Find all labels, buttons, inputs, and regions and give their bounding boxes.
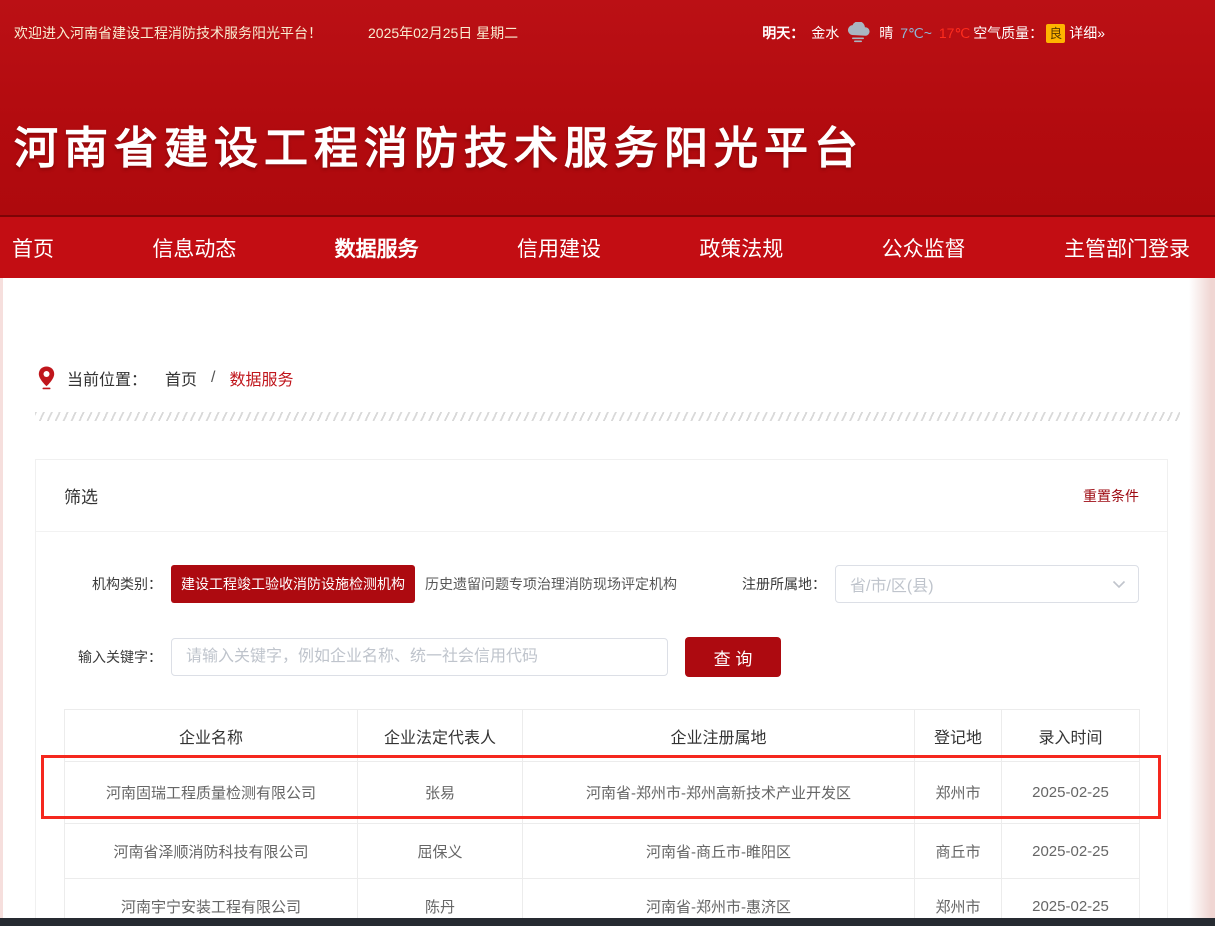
chevron-down-icon [1112,580,1126,589]
bottom-dark-bar [0,918,1215,926]
weather-district: 金水 [811,23,839,43]
breadcrumb: 当前位置： 首页 / 数据服务 [38,366,1215,390]
nav-item-home[interactable]: 首页 [12,233,54,263]
main-content: 当前位置： 首页 / 数据服务 筛选 重置条件 机构类别： 建设工程竣工验收消防… [0,366,1215,926]
divider-slashes [35,412,1180,421]
category-label: 机构类别： [64,574,162,594]
category-option-selected[interactable]: 建设工程竣工验收消防设施检测机构 [171,565,415,603]
breadcrumb-separator: / [211,369,215,387]
main-nav: 首页 信息动态 数据服务 信用建设 政策法规 公众监督 主管部门登录 [0,215,1215,278]
date-text: 2025年02月25日 星期二 [368,23,518,43]
cell-legal_rep: 张易 [358,762,523,824]
filter-panel-header: 筛选 重置条件 [36,460,1167,532]
breadcrumb-home[interactable]: 首页 [165,366,197,390]
nav-item-policy[interactable]: 政策法规 [699,233,783,263]
reset-filters-link[interactable]: 重置条件 [1083,486,1139,506]
cell-name: 河南省泽顺消防科技有限公司 [65,824,358,879]
cell-reg_place: 商丘市 [915,824,1002,879]
category-option-other[interactable]: 历史遗留问题专项治理消防现场评定机构 [425,574,677,594]
keyword-input[interactable] [171,638,668,676]
cell-entry_date: 2025-02-25 [1002,824,1140,879]
region-label: 注册所属地： [742,574,826,594]
column-header: 录入时间 [1002,710,1140,762]
column-header: 登记地 [915,710,1002,762]
nav-item-news[interactable]: 信息动态 [152,233,236,263]
region-select-placeholder: 省/市/区(县) [850,572,934,596]
region-filter-group: 注册所属地： 省/市/区(县) [742,565,1139,603]
table-row[interactable]: 河南固瑞工程质量检测有限公司张易河南省-郑州市-郑州高新技术产业开发区郑州市20… [65,762,1140,824]
filter-panel: 筛选 重置条件 机构类别： 建设工程竣工验收消防设施检测机构 历史遗留问题专项治… [35,459,1168,926]
topbar: 欢迎进入河南省建设工程消防技术服务阳光平台！ 2025年02月25日 星期二 明… [0,0,1215,44]
results-table-wrap: 企业名称企业法定代表人企业注册属地登记地录入时间 河南固瑞工程质量检测有限公司张… [64,709,1139,926]
nav-item-data-service[interactable]: 数据服务 [335,233,419,263]
region-select[interactable]: 省/市/区(县) [835,565,1139,603]
breadcrumb-label: 当前位置： [67,366,147,390]
nav-item-credit[interactable]: 信用建设 [517,233,601,263]
aqi-label: 空气质量： [973,23,1043,43]
breadcrumb-current[interactable]: 数据服务 [229,366,293,390]
cell-legal_rep: 屈保义 [358,824,523,879]
column-header: 企业注册属地 [523,710,915,762]
table-row[interactable]: 河南省泽顺消防科技有限公司屈保义河南省-商丘市-睢阳区商丘市2025-02-25 [65,824,1140,879]
temp-high: 17℃ [939,25,970,42]
nav-item-dept-login[interactable]: 主管部门登录 [1064,233,1190,263]
cell-name: 河南固瑞工程质量检测有限公司 [65,762,358,824]
table-body: 河南固瑞工程质量检测有限公司张易河南省-郑州市-郑州高新技术产业开发区郑州市20… [65,762,1140,926]
table-header-row: 企业名称企业法定代表人企业注册属地登记地录入时间 [65,710,1140,762]
weather-detail-link[interactable]: 详细» [1069,23,1105,43]
cell-region: 河南省-商丘市-睢阳区 [523,824,915,879]
weather-tomorrow-label: 明天： [762,23,804,43]
keyword-label: 输入关键字： [64,647,162,667]
search-button[interactable]: 查 询 [685,637,781,677]
column-header: 企业法定代表人 [358,710,523,762]
welcome-text: 欢迎进入河南省建设工程消防技术服务阳光平台！ [14,23,322,43]
filter-row-keyword: 输入关键字： 查 询 [64,637,1139,677]
filter-title: 筛选 [64,483,98,508]
column-header: 企业名称 [65,710,358,762]
filter-row-category: 机构类别： 建设工程竣工验收消防设施检测机构 历史遗留问题专项治理消防现场评定机… [64,565,1139,603]
site-header: 欢迎进入河南省建设工程消防技术服务阳光平台！ 2025年02月25日 星期二 明… [0,0,1215,215]
aqi-badge: 良 [1046,24,1065,43]
cell-region: 河南省-郑州市-郑州高新技术产业开发区 [523,762,915,824]
map-pin-icon [38,366,55,390]
left-edge-strip [0,278,3,918]
page-title: 河南省建设工程消防技术服务阳光平台 [14,112,864,176]
right-edge-gradient [1189,278,1215,918]
weather-widget: 明天： 金水 晴 7℃~ 17℃ 空气质量： 良 详细» [762,22,1105,44]
cell-reg_place: 郑州市 [915,762,1002,824]
cell-entry_date: 2025-02-25 [1002,762,1140,824]
filter-panel-body: 机构类别： 建设工程竣工验收消防设施检测机构 历史遗留问题专项治理消防现场评定机… [36,532,1167,926]
cloud-icon [846,22,872,44]
nav-item-supervision[interactable]: 公众监督 [882,233,966,263]
weather-condition: 晴 [879,23,893,43]
temp-low: 7℃~ [900,25,932,42]
company-table: 企业名称企业法定代表人企业注册属地登记地录入时间 河南固瑞工程质量检测有限公司张… [64,709,1140,926]
